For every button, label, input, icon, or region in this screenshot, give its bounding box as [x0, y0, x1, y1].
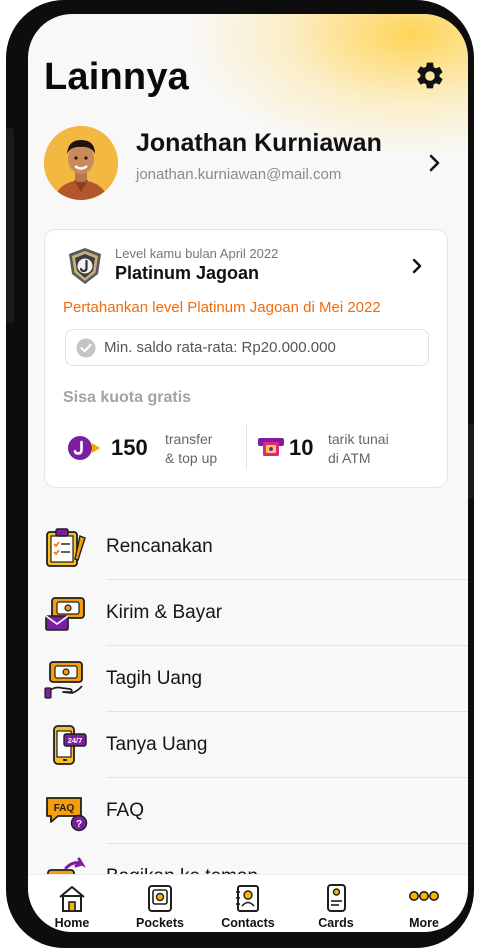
atm-icon [258, 438, 284, 456]
volume-button [6, 128, 14, 323]
transfer-quota-line1: transfer [165, 431, 213, 447]
transfer-quota-count: 150 [111, 435, 148, 460]
quota-divider [246, 424, 247, 470]
menu-item-tagih-uang[interactable]: Tagih Uang [28, 646, 468, 712]
menu-item-faq[interactable]: FAQ ? FAQ [28, 778, 468, 844]
menu-label: FAQ [106, 800, 145, 821]
tab-cards[interactable]: Cards [292, 875, 380, 932]
pockets-icon [148, 885, 172, 912]
level-name: Platinum Jagoan [115, 263, 260, 283]
atm-quota-line1: tarik tunai [328, 431, 389, 447]
svg-text:24/7: 24/7 [68, 736, 83, 745]
atm-quota-label: tarik tunai di ATM [328, 430, 389, 468]
jago-transfer-icon [68, 436, 100, 460]
keep-level-message: Pertahankan level Platinum Jagoan di Mei… [63, 299, 381, 316]
planner-icon [46, 528, 86, 567]
tab-contacts[interactable]: Contacts [204, 875, 292, 932]
tab-more[interactable]: More [380, 875, 468, 932]
faq-icon: FAQ ? [46, 797, 88, 832]
svg-text:?: ? [76, 819, 82, 830]
gear-icon[interactable] [414, 60, 446, 92]
atm-quota-count: 10 [289, 435, 314, 460]
min-balance-box: Min. saldo rata-rata: Rp20.000.000 [65, 329, 429, 366]
bottom-tab-bar: Home Pockets Contacts Cards More [28, 874, 468, 932]
menu-label: Tagih Uang [106, 668, 203, 689]
avatar [44, 126, 118, 200]
contacts-icon [236, 885, 259, 912]
tab-pockets[interactable]: Pockets [116, 875, 204, 932]
atm-quota-line2: di ATM [328, 450, 371, 466]
check-circle-icon [76, 338, 96, 358]
level-caption: Level kamu bulan April 2022 [115, 246, 279, 261]
menu-label: Tanya Uang [106, 734, 208, 755]
request-money-icon [44, 661, 83, 699]
menu-item-kirim-bayar[interactable]: Kirim & Bayar [28, 580, 468, 646]
send-pay-icon [45, 597, 85, 631]
tab-label: Home [54, 916, 90, 930]
phone-frame: Lainnya Jonathan Kurniawan jonathan.kurn… [6, 0, 474, 948]
tab-label: Cards [318, 916, 354, 930]
chevron-right-icon[interactable] [428, 154, 442, 172]
screen: Lainnya Jonathan Kurniawan jonathan.kurn… [28, 14, 468, 932]
page-title: Lainnya [44, 56, 189, 98]
phone-24-7-icon: 24/7 [53, 725, 87, 765]
cards-icon [327, 884, 346, 912]
quota-title: Sisa kuota gratis [63, 389, 192, 406]
home-icon [59, 886, 85, 912]
min-balance-text: Min. saldo rata-rata: Rp20.000.000 [104, 339, 336, 356]
level-card[interactable]: Level kamu bulan April 2022 Platinum Jag… [44, 229, 448, 488]
menu-item-tanya-uang[interactable]: 24/7 Tanya Uang [28, 712, 468, 778]
transfer-quota-line2: & top up [165, 450, 218, 466]
platinum-badge-icon [69, 248, 101, 284]
tab-home[interactable]: Home [28, 875, 116, 932]
menu-label: Rencanakan [106, 536, 213, 557]
profile-email: jonathan.kurniawan@mail.com [136, 166, 342, 183]
menu-label: Kirim & Bayar [106, 602, 223, 623]
avatar-photo [44, 126, 118, 200]
more-dots-icon [409, 891, 439, 901]
tab-label: More [409, 916, 439, 930]
tab-label: Pockets [136, 916, 184, 930]
chevron-right-icon[interactable] [411, 258, 423, 274]
tab-label: Contacts [221, 916, 275, 930]
transfer-quota-label: transfer & top up [165, 430, 217, 468]
profile-name: Jonathan Kurniawan [136, 129, 382, 157]
svg-text:FAQ: FAQ [54, 803, 75, 814]
menu-item-rencanakan[interactable]: Rencanakan [28, 514, 468, 580]
